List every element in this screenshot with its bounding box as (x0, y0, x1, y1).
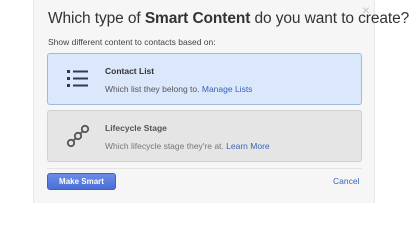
footer-divider (47, 168, 362, 169)
option-contact-list[interactable]: Contact List Which list they belong to. … (47, 53, 362, 105)
title-suffix: do you want to create? (250, 10, 409, 27)
dialog-title: Which type of Smart Content do you want … (48, 10, 409, 28)
option-lifecycle-stage[interactable]: Lifecycle Stage Which lifecycle stage th… (47, 110, 362, 162)
option-description: Which list they belong to. Manage Lists (105, 84, 252, 94)
manage-lists-link[interactable]: Manage Lists (202, 84, 253, 94)
option-title: Lifecycle Stage (105, 123, 167, 133)
title-prefix: Which type of (48, 10, 145, 27)
lifecycle-icon (66, 124, 90, 148)
option-description: Which lifecycle stage they're at. Learn … (105, 141, 270, 151)
dialog-subtitle: Show different content to contacts based… (48, 37, 216, 47)
list-icon (67, 70, 88, 87)
cancel-link[interactable]: Cancel (333, 176, 359, 186)
title-bold: Smart Content (144, 10, 251, 27)
learn-more-link[interactable]: Learn More (226, 141, 269, 151)
make-smart-button[interactable]: Make Smart (47, 173, 116, 190)
option-description-text: Which list they belong to. (105, 84, 200, 94)
option-description-text: Which lifecycle stage they're at. (105, 141, 224, 151)
option-title: Contact List (105, 66, 155, 76)
